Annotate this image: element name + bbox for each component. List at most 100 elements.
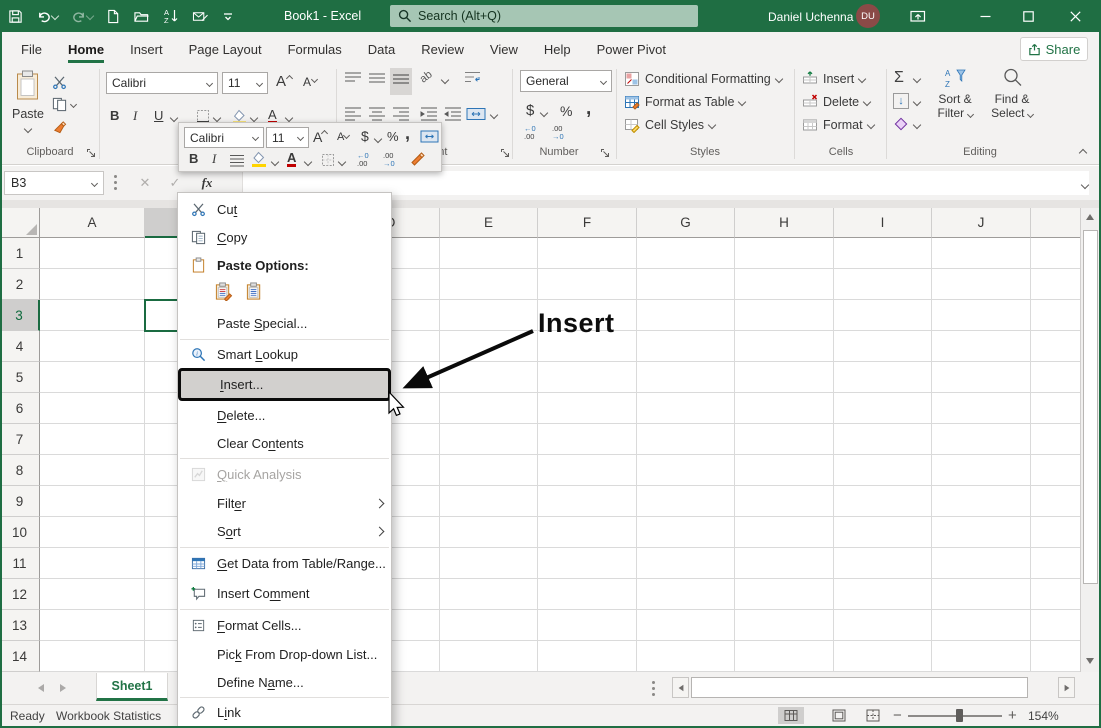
- tab-insert[interactable]: Insert: [117, 32, 176, 65]
- cell[interactable]: [440, 455, 538, 486]
- close-button[interactable]: [1050, 0, 1101, 32]
- cell[interactable]: [834, 486, 932, 517]
- cell[interactable]: [1031, 517, 1081, 548]
- cell[interactable]: [440, 579, 538, 610]
- cell[interactable]: [440, 393, 538, 424]
- formula-bar-drag-dots[interactable]: [114, 181, 117, 184]
- column-header[interactable]: J: [932, 208, 1031, 238]
- vertical-scroll-thumb[interactable]: [1083, 230, 1098, 584]
- row-header[interactable]: 10: [0, 517, 40, 548]
- align-top-icon[interactable]: [344, 71, 362, 92]
- prev-sheet-icon[interactable]: [38, 684, 44, 692]
- cell[interactable]: [735, 455, 834, 486]
- delete-cells-button[interactable]: Delete: [802, 94, 870, 110]
- cell[interactable]: [932, 455, 1031, 486]
- context-menu-item-format-cells[interactable]: Format Cells...: [178, 610, 391, 640]
- mini-font-color-icon[interactable]: A: [287, 151, 296, 167]
- cell[interactable]: [40, 393, 145, 424]
- cell[interactable]: [932, 486, 1031, 517]
- cancel-button[interactable]: ✕: [132, 171, 158, 195]
- cell[interactable]: [932, 424, 1031, 455]
- row-header[interactable]: 8: [0, 455, 40, 486]
- cell[interactable]: [834, 238, 932, 269]
- fill-button[interactable]: ↓: [893, 93, 909, 109]
- mini-font-family-combo[interactable]: Calibri: [184, 127, 264, 148]
- undo-icon[interactable]: [36, 9, 58, 24]
- row-header[interactable]: 9: [0, 486, 40, 517]
- row-header[interactable]: 7: [0, 424, 40, 455]
- merge-center-icon[interactable]: [466, 107, 486, 126]
- mini-decrease-decimal-button[interactable]: .00→0: [383, 152, 395, 168]
- mini-percent-button[interactable]: %: [387, 129, 399, 144]
- cell[interactable]: [834, 300, 932, 331]
- cell[interactable]: [637, 238, 735, 269]
- cell[interactable]: [538, 610, 637, 641]
- vertical-scrollbar[interactable]: [1080, 208, 1099, 672]
- cell[interactable]: [440, 269, 538, 300]
- cell[interactable]: [735, 517, 834, 548]
- cell[interactable]: [440, 300, 538, 331]
- cell[interactable]: [637, 579, 735, 610]
- search-box[interactable]: Search (Alt+Q): [390, 5, 698, 27]
- cell[interactable]: [637, 362, 735, 393]
- cell[interactable]: [932, 269, 1031, 300]
- cell[interactable]: [932, 362, 1031, 393]
- shrink-font-button[interactable]: A: [303, 75, 317, 89]
- cell[interactable]: [834, 424, 932, 455]
- cell[interactable]: [440, 486, 538, 517]
- cell[interactable]: [1031, 269, 1081, 300]
- row-header[interactable]: 6: [0, 393, 40, 424]
- cell[interactable]: [538, 424, 637, 455]
- column-header[interactable]: G: [637, 208, 735, 238]
- font-color-dropdown-icon[interactable]: [285, 114, 293, 122]
- format-painter-icon[interactable]: [52, 120, 67, 140]
- cell[interactable]: [735, 641, 834, 672]
- cell[interactable]: [637, 455, 735, 486]
- cell[interactable]: [637, 300, 735, 331]
- cell[interactable]: [932, 331, 1031, 362]
- cell[interactable]: [1031, 641, 1081, 672]
- cell[interactable]: [538, 548, 637, 579]
- cell[interactable]: [735, 269, 834, 300]
- context-menu-item-pick-list[interactable]: Pick From Drop-down List...: [178, 640, 391, 668]
- tab-scrollbar-divider-dots[interactable]: [652, 687, 655, 690]
- insert-cells-button[interactable]: Insert: [802, 71, 865, 87]
- decrease-decimal-button[interactable]: .00→0: [552, 125, 564, 141]
- email-icon[interactable]: [192, 9, 209, 24]
- cell[interactable]: [834, 517, 932, 548]
- name-box[interactable]: B3: [4, 171, 104, 195]
- accounting-format-button[interactable]: $: [526, 102, 534, 119]
- orientation-icon[interactable]: ab: [418, 69, 435, 86]
- mini-font-size-combo[interactable]: 11: [266, 127, 309, 148]
- cell[interactable]: [440, 517, 538, 548]
- font-size-combo[interactable]: 11: [222, 72, 268, 94]
- cell[interactable]: [735, 579, 834, 610]
- copy-icon[interactable]: [52, 97, 76, 112]
- sort-filter-button[interactable]: AZ Sort &Filter: [928, 67, 982, 120]
- bold-button[interactable]: B: [110, 108, 119, 123]
- cell[interactable]: [932, 517, 1031, 548]
- new-file-icon[interactable]: [106, 9, 120, 24]
- paste-content-icon[interactable]: [245, 282, 264, 306]
- cell[interactable]: [40, 610, 145, 641]
- borders-dropdown-icon[interactable]: [213, 114, 221, 122]
- mini-font-color-dropdown-icon[interactable]: [304, 158, 312, 166]
- cell[interactable]: [40, 455, 145, 486]
- clipboard-dialog-launcher-icon[interactable]: [86, 146, 97, 157]
- cut-icon[interactable]: [52, 75, 67, 95]
- format-cells-button[interactable]: Format: [802, 117, 874, 133]
- cell[interactable]: [40, 641, 145, 672]
- tab-page-layout[interactable]: Page Layout: [176, 32, 275, 65]
- paste-button[interactable]: [14, 70, 41, 106]
- mini-fill-color-icon[interactable]: [251, 151, 267, 173]
- cell[interactable]: [932, 300, 1031, 331]
- font-family-combo[interactable]: Calibri: [106, 72, 218, 94]
- comma-style-button[interactable]: ,: [586, 98, 591, 120]
- context-menu-item-filter[interactable]: Filter: [178, 489, 391, 517]
- row-header[interactable]: 1: [0, 238, 40, 269]
- cell[interactable]: [1031, 362, 1081, 393]
- context-menu-item-delete[interactable]: Delete...: [178, 401, 391, 429]
- italic-button[interactable]: I: [133, 108, 137, 124]
- tab-review[interactable]: Review: [408, 32, 477, 65]
- row-header[interactable]: 5: [0, 362, 40, 393]
